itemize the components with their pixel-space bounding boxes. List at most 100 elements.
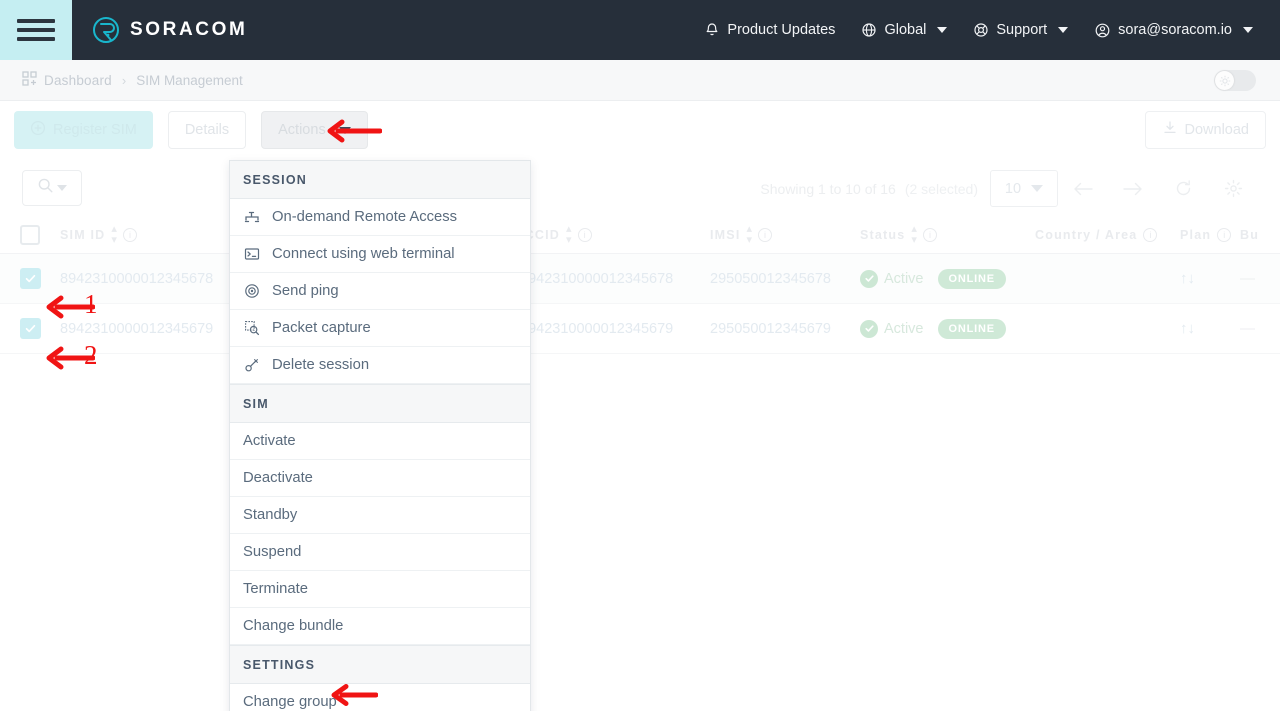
info-icon[interactable]: i (1217, 228, 1231, 242)
sort-icon[interactable]: ▴▾ (747, 224, 753, 246)
nav-user-account[interactable]: sora@soracom.io (1081, 14, 1266, 47)
hamburger-menu-icon[interactable] (0, 0, 72, 60)
menu-item-suspend[interactable]: Suspend (230, 534, 530, 571)
menu-item-label: Deactivate (243, 470, 313, 486)
table-header-row: SIM ID ▴▾ i i ICCID ▴▾ i IMSI ▴▾ i Statu… (0, 217, 1280, 254)
info-icon[interactable]: i (758, 228, 772, 242)
menu-item-label: Connect using web terminal (272, 246, 455, 262)
plan-transfer-icon: ↑↓ (1180, 270, 1195, 287)
sun-icon (1215, 71, 1234, 90)
menu-item-on-demand-remote-access[interactable]: On-demand Remote Access (230, 199, 530, 236)
search-input[interactable] (22, 170, 82, 206)
column-header-bundle[interactable]: Bu (1240, 228, 1280, 242)
top-navigation-bar: SORACOM Product Updates Global Sup (0, 0, 1280, 60)
column-header-status[interactable]: Status ▴▾ i (860, 224, 1035, 246)
chevron-down-icon (1058, 27, 1068, 33)
menu-item-label: Suspend (243, 544, 301, 560)
menu-section-session-title: SESSION (230, 161, 530, 199)
row-status-cell: Active ONLINE (860, 319, 1035, 339)
row-imsi: 295050012345678 (710, 271, 831, 287)
previous-page-button[interactable] (1058, 170, 1108, 207)
theme-toggle[interactable] (1214, 70, 1256, 91)
nav-support-label: Support (996, 22, 1047, 38)
row-checkbox[interactable] (20, 268, 41, 289)
download-button[interactable]: Download (1145, 111, 1267, 149)
row-imsi-cell: 295050012345678 (710, 271, 860, 287)
row-iccid-cell: 8942310000012345679 (520, 321, 710, 337)
row-imsi: 295050012345679 (710, 321, 831, 337)
row-checkbox[interactable] (20, 318, 41, 339)
info-icon[interactable]: i (578, 228, 592, 242)
packet-capture-icon (243, 320, 261, 336)
menu-item-standby[interactable]: Standby (230, 497, 530, 534)
nav-product-updates[interactable]: Product Updates (691, 14, 848, 46)
actions-dropdown-menu: SESSION On-demand Remote Access Connect … (229, 160, 531, 711)
page-size-value: 10 (1005, 181, 1021, 197)
register-sim-button[interactable]: Register SIM (14, 111, 153, 149)
menu-section-settings-title: SETTINGS (230, 645, 530, 684)
row-status-label: Active (884, 271, 924, 287)
select-all-checkbox[interactable] (20, 225, 40, 245)
menu-item-connect-web-terminal[interactable]: Connect using web terminal (230, 236, 530, 273)
info-icon[interactable]: i (123, 228, 137, 242)
row-iccid-cell: 8942310000012345678 (520, 271, 710, 287)
menu-item-terminate[interactable]: Terminate (230, 571, 530, 608)
column-header-imsi[interactable]: IMSI ▴▾ i (710, 224, 860, 246)
nav-support[interactable]: Support (960, 14, 1081, 46)
delete-session-icon (243, 357, 261, 373)
menu-item-deactivate[interactable]: Deactivate (230, 460, 530, 497)
table-settings-gear-icon[interactable] (1208, 170, 1258, 207)
breadcrumb-dashboard-label: Dashboard (44, 73, 112, 88)
refresh-button[interactable] (1158, 170, 1208, 207)
table-row[interactable]: 8942310000012345678 8942310000012345678 … (0, 254, 1280, 304)
bell-icon (704, 22, 720, 38)
menu-item-delete-session[interactable]: Delete session (230, 347, 530, 384)
search-icon (37, 177, 54, 199)
column-header-bundle-label: Bu (1240, 228, 1259, 242)
sort-icon[interactable]: ▴▾ (566, 224, 572, 246)
annotation-number-1: 1 (84, 289, 98, 320)
details-button[interactable]: Details (168, 111, 246, 149)
column-header-iccid[interactable]: ICCID ▴▾ i (520, 224, 710, 246)
menu-item-change-bundle[interactable]: Change bundle (230, 608, 530, 645)
row-status-cell: Active ONLINE (860, 269, 1035, 289)
user-circle-icon (1094, 22, 1111, 39)
next-page-button[interactable] (1108, 170, 1158, 207)
annotation-number-2: 2 (84, 340, 98, 371)
menu-item-send-ping[interactable]: Send ping (230, 273, 530, 310)
terminal-icon (243, 246, 261, 262)
status-badge: ONLINE (938, 319, 1006, 339)
row-imsi-cell: 295050012345679 (710, 321, 860, 337)
chevron-down-icon (1243, 27, 1253, 33)
menu-section-sim-title: SIM (230, 384, 530, 423)
status-check-icon (860, 320, 878, 338)
breadcrumb-current-label: SIM Management (136, 73, 243, 88)
status-check-icon (860, 270, 878, 288)
page-size-select[interactable]: 10 (990, 170, 1058, 207)
info-icon[interactable]: i (1143, 228, 1157, 242)
ping-icon (243, 283, 261, 299)
menu-item-label: Send ping (272, 283, 339, 299)
nav-global[interactable]: Global (848, 14, 960, 46)
menu-item-packet-capture[interactable]: Packet capture (230, 310, 530, 347)
sort-icon[interactable]: ▴▾ (911, 224, 917, 246)
breadcrumb-dashboard[interactable]: Dashboard (22, 71, 112, 89)
menu-item-label: On-demand Remote Access (272, 209, 457, 225)
column-header-country-area[interactable]: Country / Area i (1035, 228, 1180, 242)
column-header-plan[interactable]: Plan i (1180, 228, 1240, 242)
action-toolbar: Register SIM Details Actions Download (0, 101, 1280, 159)
table-row[interactable]: 8942310000012345679 8942310000012345679 … (0, 304, 1280, 354)
top-nav-right-group: Product Updates Global Support (691, 14, 1280, 47)
info-icon[interactable]: i (923, 228, 937, 242)
nav-global-label: Global (884, 22, 926, 38)
menu-item-change-group[interactable]: Change group (230, 684, 530, 711)
brand-logo[interactable]: SORACOM (92, 16, 247, 44)
column-header-sim-id[interactable]: SIM ID ▴▾ i (60, 224, 240, 246)
soracom-logo-icon (92, 16, 120, 44)
menu-item-activate[interactable]: Activate (230, 423, 530, 460)
pagination-controls: Showing 1 to 10 of 16 (2 selected) 10 (760, 170, 1258, 207)
download-icon (1162, 120, 1178, 140)
sort-icon[interactable]: ▴▾ (111, 224, 117, 246)
actions-dropdown-button[interactable]: Actions (261, 111, 368, 149)
row-sim-id: 8942310000012345679 (60, 321, 213, 337)
